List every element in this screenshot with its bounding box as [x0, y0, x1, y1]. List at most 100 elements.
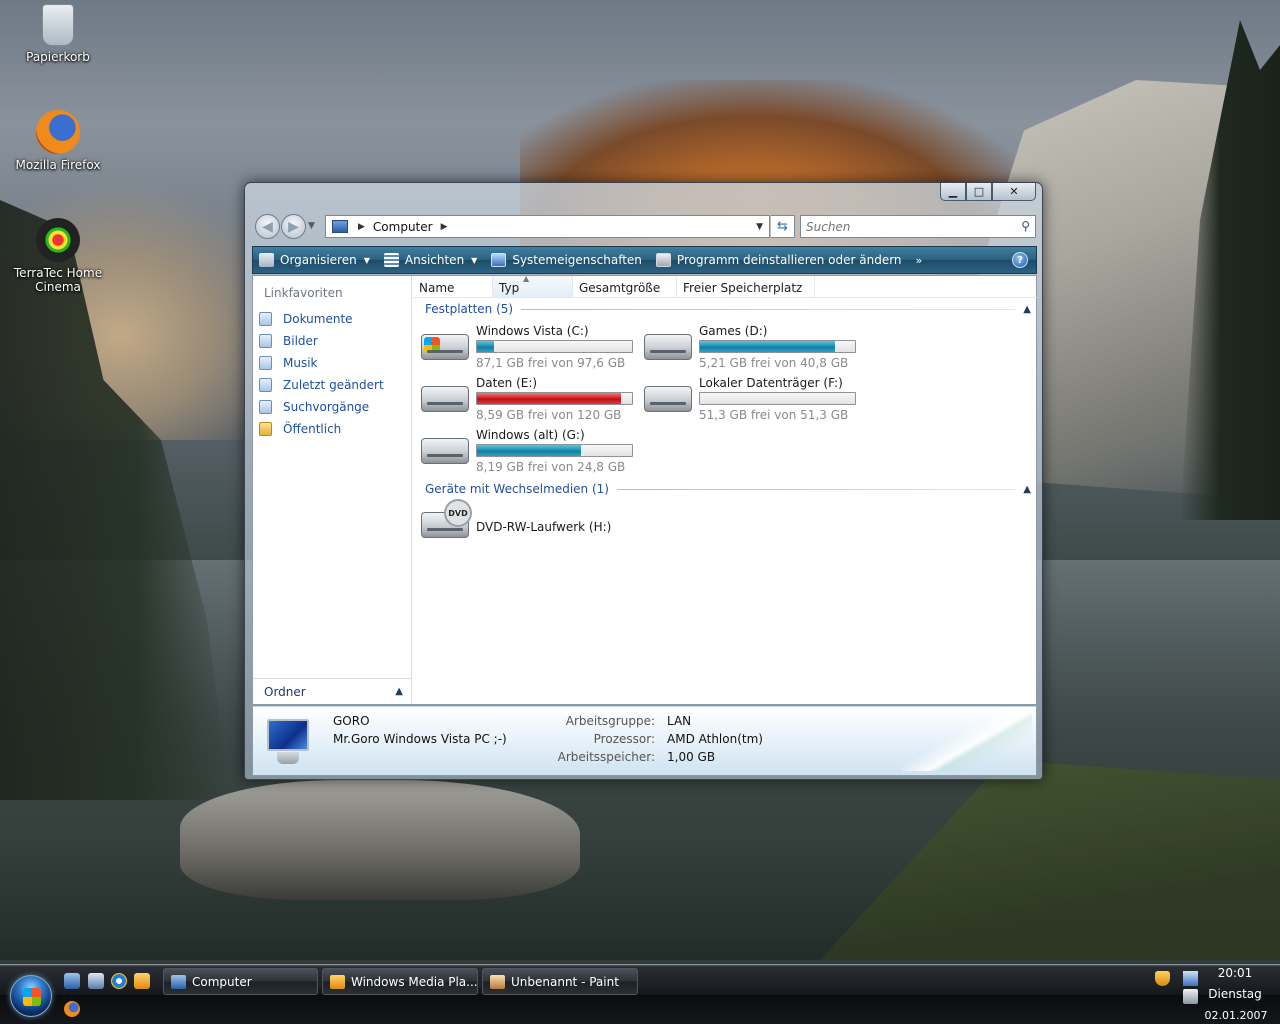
drive-item-d[interactable]: Games (D:) 5,21 GB frei von 40,8 GB	[644, 324, 856, 370]
address-bar[interactable]: ▶ Computer ▶ ▼	[325, 215, 770, 238]
explorer-window: ▁ □ ✕ ◀ ▶ ▼ ▶ Computer ▶ ▼ ⇆ ⚲ Organisie…	[244, 182, 1043, 780]
detail-label: Prozessor:	[593, 732, 655, 746]
refresh-icon: ⇆	[777, 219, 788, 234]
sidebar-item-label: Bilder	[283, 334, 318, 348]
programs-icon	[655, 253, 671, 267]
sidebar-item-documents[interactable]: Dokumente	[259, 308, 409, 330]
drive-item-f[interactable]: Lokaler Datenträger (F:) 51,3 GB frei vo…	[644, 376, 856, 422]
drive-name: Windows Vista (C:)	[476, 324, 589, 338]
drive-name: Games (D:)	[699, 324, 768, 338]
arrow-left-icon: ◀	[262, 218, 273, 235]
command-bar: Organisieren ▼ Ansichten ▼ Systemeigensc…	[252, 246, 1037, 274]
folders-label: Ordner	[264, 684, 306, 699]
search-input[interactable]	[806, 219, 1006, 234]
folders-toggle[interactable]: Ordner ▲	[253, 678, 411, 704]
desktop-icon-terratec[interactable]: TerraTec Home Cinema	[13, 218, 103, 294]
desktop-icon-recycle-bin[interactable]: Papierkorb	[13, 4, 103, 64]
taskbar-button-media-player[interactable]: Windows Media Pla...	[322, 968, 478, 995]
windows-logo-icon	[424, 337, 440, 353]
column-header-type[interactable]: ▲ Typ	[493, 274, 573, 297]
maximize-button[interactable]: □	[966, 183, 992, 201]
forward-button[interactable]: ▶	[281, 214, 306, 239]
wallpaper-rock	[180, 780, 580, 900]
detail-value: 1,00 GB	[667, 750, 716, 764]
detail-value: AMD Athlon(tm)	[667, 732, 763, 746]
chevron-down-icon: ▼	[471, 255, 478, 265]
sidebar-item-pictures[interactable]: Bilder	[259, 330, 409, 352]
column-header-total-size[interactable]: Gesamtgröße	[573, 276, 677, 297]
breadcrumb-computer[interactable]: Computer	[373, 220, 433, 234]
drive-item-e[interactable]: Daten (E:) 8,59 GB frei von 120 GB	[421, 376, 633, 422]
taskbar-button-label: Computer	[192, 974, 252, 989]
volume-icon[interactable]	[1183, 989, 1198, 1004]
drive-free-space: 8,59 GB frei von 120 GB	[476, 408, 622, 422]
refresh-button[interactable]: ⇆	[771, 215, 795, 238]
chevron-up-icon[interactable]: ▲	[1023, 484, 1031, 495]
content-area: Linkfavoriten Dokumente Bilder Musik Zul…	[252, 274, 1037, 705]
system-properties-button[interactable]: Systemeigenschaften	[485, 247, 650, 273]
details-pane: GORO Mr.Goro Windows Vista PC ;-) Arbeit…	[252, 706, 1037, 776]
drive-item-g[interactable]: Windows (alt) (G:) 8,19 GB frei von 24,8…	[421, 428, 633, 474]
internet-explorer-icon[interactable]	[111, 973, 127, 989]
pictures-icon	[259, 334, 272, 348]
organize-icon	[259, 253, 274, 267]
clock-time[interactable]: 20:01	[1210, 966, 1260, 980]
chevron-up-icon[interactable]: ▲	[1023, 304, 1031, 315]
help-button[interactable]: ?	[1012, 252, 1028, 268]
address-dropdown-icon[interactable]: ▼	[756, 222, 763, 232]
minimize-button[interactable]: ▁	[940, 183, 966, 201]
sidebar-item-public[interactable]: Öffentlich	[259, 418, 409, 440]
drive-usage-fill	[477, 393, 622, 404]
security-shield-icon[interactable]	[1155, 971, 1170, 986]
back-button[interactable]: ◀	[255, 214, 280, 239]
sidebar-item-label: Zuletzt geändert	[283, 378, 384, 392]
window-controls: ▁ □ ✕	[940, 183, 1036, 201]
close-button[interactable]: ✕	[992, 183, 1036, 201]
music-icon	[259, 356, 272, 370]
column-headers: Name ▲ Typ Gesamtgröße Freier Speicherpla…	[413, 274, 1037, 298]
switch-windows-icon[interactable]	[88, 973, 104, 989]
network-icon[interactable]	[1183, 971, 1198, 986]
more-commands-button[interactable]: »	[910, 254, 929, 267]
column-header-free-space[interactable]: Freier Speicherplatz	[677, 276, 815, 297]
sidebar-item-label: Öffentlich	[283, 422, 342, 436]
group-header-hard-drives[interactable]: Festplatten (5) ▲	[425, 302, 1031, 316]
views-label: Ansichten	[404, 253, 465, 267]
sort-ascending-icon: ▲	[523, 274, 530, 283]
uninstall-program-button[interactable]: Programm deinstallieren oder ändern	[650, 247, 910, 273]
sidebar-item-searches[interactable]: Suchvorgänge	[259, 396, 409, 418]
chevron-down-icon: ▼	[363, 255, 370, 265]
desktop-icon-label: TerraTec Home Cinema	[13, 266, 103, 294]
column-header-name[interactable]: Name	[413, 276, 493, 297]
drive-usage-bar	[699, 340, 856, 353]
group-header-removable[interactable]: Geräte mit Wechselmedien (1) ▲	[425, 482, 1031, 496]
breadcrumb-separator-icon[interactable]: ▶	[441, 222, 448, 232]
desktop-icon-label: Mozilla Firefox	[15, 158, 101, 172]
sidebar-item-recent[interactable]: Zuletzt geändert	[259, 374, 409, 396]
clock-day[interactable]: Dienstag	[1205, 987, 1265, 1001]
search-box[interactable]: ⚲	[800, 215, 1036, 238]
breadcrumb-separator-icon[interactable]: ▶	[358, 222, 365, 232]
taskbar-button-computer[interactable]: Computer	[163, 968, 318, 995]
start-button[interactable]	[10, 975, 52, 1017]
clock-date[interactable]: 02.01.2007	[1200, 1009, 1272, 1022]
media-player-icon[interactable]	[134, 973, 150, 989]
recent-pages-dropdown[interactable]: ▼	[308, 221, 315, 231]
views-icon	[383, 253, 399, 267]
hard-drive-icon	[421, 438, 469, 464]
show-desktop-icon[interactable]	[64, 973, 80, 989]
sidebar-item-music[interactable]: Musik	[259, 352, 409, 374]
drive-usage-bar	[699, 392, 856, 405]
arrow-right-icon: ▶	[288, 218, 299, 235]
organize-button[interactable]: Organisieren ▼	[253, 247, 378, 273]
views-button[interactable]: Ansichten ▼	[378, 247, 485, 273]
computer-icon	[332, 220, 348, 233]
taskbar-button-paint[interactable]: Unbenannt - Paint	[482, 968, 638, 995]
group-title: Geräte mit Wechselmedien (1)	[425, 482, 609, 496]
group-divider	[616, 488, 1016, 490]
desktop-icon-firefox[interactable]: Mozilla Firefox	[13, 110, 103, 172]
firefox-quicklaunch-icon[interactable]	[64, 1001, 80, 1017]
search-icon[interactable]: ⚲	[1021, 219, 1030, 233]
drive-item-c[interactable]: Windows Vista (C:) 87,1 GB frei von 97,6…	[421, 324, 633, 370]
drive-item-h-dvd[interactable]: DVD DVD-RW-Laufwerk (H:)	[421, 499, 631, 546]
